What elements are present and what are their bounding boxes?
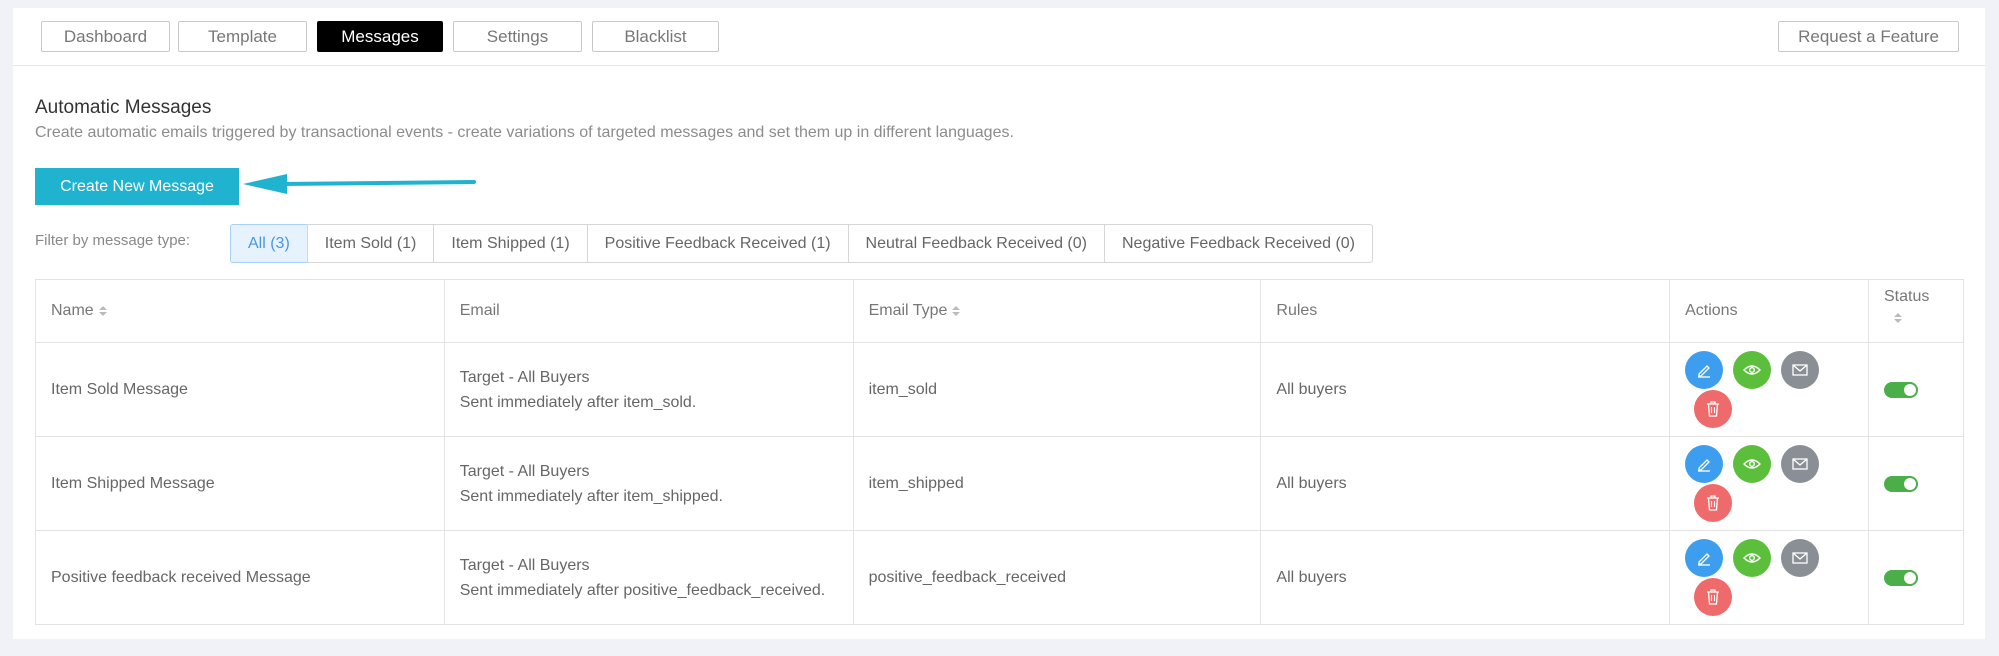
email-description: Sent immediately after item_shipped.: [459, 487, 723, 505]
preview-button[interactable]: [1733, 539, 1772, 577]
preview-button[interactable]: [1733, 351, 1772, 389]
row-name: Item Sold Message: [35, 342, 445, 437]
tab-dashboard[interactable]: Dashboard: [41, 21, 170, 52]
row-actions: [1669, 342, 1869, 437]
sort-icon[interactable]: [98, 305, 107, 316]
sort-icon[interactable]: [952, 305, 961, 316]
email-description: Sent immediately after positive_feedback…: [459, 581, 826, 599]
row-status: [1867, 436, 1965, 531]
send-test-button[interactable]: [1781, 351, 1820, 389]
page-title: Automatic Messages: [35, 97, 212, 118]
pencil-icon: [1698, 459, 1711, 472]
tab-template[interactable]: Template: [178, 21, 307, 52]
edit-button[interactable]: [1685, 539, 1724, 577]
row-actions: [1669, 436, 1869, 531]
row-rules: All buyers: [1260, 530, 1671, 625]
filter-item-sold[interactable]: Item Sold (1): [306, 224, 435, 263]
tab-blacklist[interactable]: Blacklist: [592, 21, 719, 52]
filter-all[interactable]: All (3): [230, 224, 308, 263]
column-header-email-type[interactable]: Email Type: [852, 279, 1262, 343]
request-feature-button[interactable]: Request a Feature: [1778, 21, 1959, 52]
send-test-button[interactable]: [1781, 539, 1820, 577]
edit-button[interactable]: [1685, 445, 1724, 483]
pencil-icon: [1698, 553, 1711, 566]
column-header-actions: Actions: [1669, 279, 1869, 343]
trash-icon: [1707, 495, 1720, 511]
row-email: Target - All Buyers Sent immediately aft…: [443, 530, 854, 625]
envelope-icon: [1792, 364, 1808, 376]
table-row: Positive feedback received Message Targe…: [35, 530, 1965, 625]
status-toggle[interactable]: [1883, 381, 1918, 398]
envelope-icon: [1792, 552, 1808, 564]
filter-neutral-feedback[interactable]: Neutral Feedback Received (0): [847, 224, 1105, 263]
column-header-status[interactable]: Status: [1867, 279, 1965, 343]
delete-button[interactable]: [1694, 390, 1733, 428]
row-email-type: positive_feedback_received: [852, 530, 1262, 625]
row-email: Target - All Buyers Sent immediately aft…: [443, 342, 854, 437]
table-row: Item Shipped Message Target - All Buyers…: [35, 436, 1965, 531]
column-header-rules: Rules: [1260, 279, 1671, 343]
table-row: Item Sold Message Target - All Buyers Se…: [35, 342, 1965, 437]
row-name: Item Shipped Message: [35, 436, 445, 531]
row-rules: All buyers: [1260, 436, 1671, 531]
preview-button[interactable]: [1733, 445, 1772, 483]
envelope-icon: [1792, 458, 1808, 470]
page-subtitle: Create automatic emails triggered by tra…: [35, 124, 1014, 141]
row-status: [1867, 342, 1965, 437]
table-header-row: Name Email Email Type Rules Actions Stat…: [35, 279, 1965, 343]
edit-button[interactable]: [1685, 351, 1724, 389]
status-toggle[interactable]: [1883, 475, 1918, 492]
trash-icon: [1707, 401, 1720, 417]
column-header-name[interactable]: Name: [35, 279, 445, 343]
eye-icon: [1743, 365, 1762, 375]
email-description: Sent immediately after item_sold.: [459, 393, 697, 411]
tab-settings[interactable]: Settings: [453, 21, 582, 52]
row-email: Target - All Buyers Sent immediately aft…: [443, 436, 854, 531]
eye-icon: [1743, 459, 1762, 469]
filter-negative-feedback[interactable]: Negative Feedback Received (0): [1103, 224, 1373, 263]
delete-button[interactable]: [1694, 484, 1733, 522]
pencil-icon: [1698, 365, 1711, 378]
status-toggle[interactable]: [1883, 569, 1918, 586]
row-email-type: item_shipped: [852, 436, 1262, 531]
filter-positive-feedback[interactable]: Positive Feedback Received (1): [586, 224, 849, 263]
row-email-type: item_sold: [852, 342, 1262, 437]
send-test-button[interactable]: [1781, 445, 1820, 483]
create-new-message-button[interactable]: Create New Message: [35, 168, 239, 205]
filter-item-shipped[interactable]: Item Shipped (1): [433, 224, 588, 263]
email-target: Target - All Buyers: [459, 368, 590, 386]
delete-button[interactable]: [1694, 578, 1733, 616]
top-navigation: Dashboard Template Messages Settings Bla…: [13, 8, 1985, 66]
eye-icon: [1743, 553, 1762, 563]
email-target: Target - All Buyers: [459, 556, 590, 574]
column-header-email: Email: [443, 279, 854, 343]
main-panel: Dashboard Template Messages Settings Bla…: [13, 8, 1985, 639]
filter-group: All (3) Item Sold (1) Item Shipped (1) P…: [230, 224, 1373, 263]
row-actions: [1669, 530, 1869, 625]
trash-icon: [1707, 589, 1720, 605]
row-rules: All buyers: [1260, 342, 1671, 437]
filter-label: Filter by message type:: [35, 232, 191, 249]
row-status: [1867, 530, 1965, 625]
row-name: Positive feedback received Message: [35, 530, 445, 625]
email-target: Target - All Buyers: [459, 462, 590, 480]
arrow-icon: [243, 174, 476, 194]
tab-messages[interactable]: Messages: [317, 21, 443, 52]
messages-table: Name Email Email Type Rules Actions Stat…: [35, 279, 1965, 625]
sort-icon[interactable]: [1893, 312, 1902, 323]
